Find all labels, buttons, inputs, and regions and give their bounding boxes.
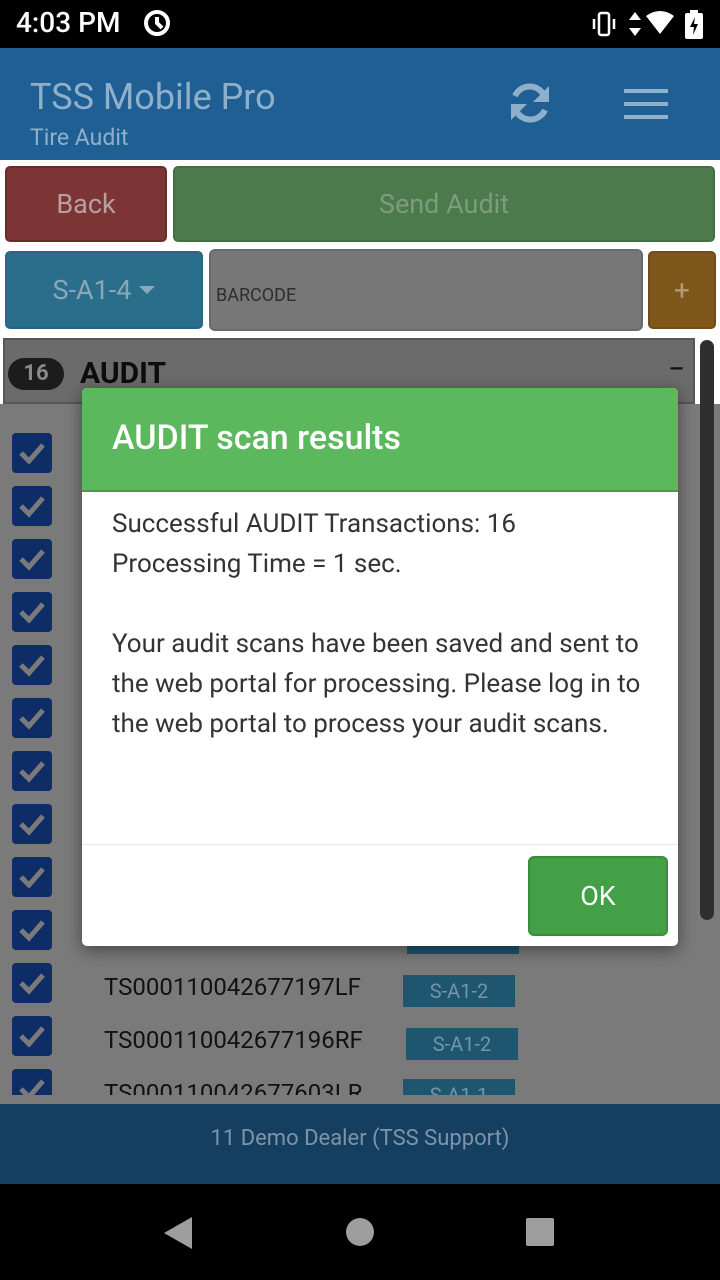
divider — [82, 844, 678, 845]
table-row[interactable]: TS000110042677603LR S-A1-1 — [104, 1079, 524, 1095]
battery-icon — [684, 10, 704, 44]
row-checkbox[interactable] — [12, 804, 52, 844]
location-tag: S-A1-2 — [403, 975, 515, 1007]
row-checkbox[interactable] — [12, 433, 52, 473]
back-button[interactable]: Back — [5, 166, 167, 242]
processing-time-line: Processing Time = 1 sec. — [112, 549, 402, 579]
dialog-title: AUDIT scan results — [112, 418, 401, 458]
row-checkbox[interactable] — [12, 910, 52, 950]
recents-nav-icon[interactable] — [525, 1217, 555, 1251]
scrollbar[interactable] — [700, 340, 714, 920]
table-row[interactable]: TS000110042677196RF S-A1-2 — [104, 1026, 524, 1062]
table-row[interactable]: TS000110042677197LF S-A1-2 — [104, 973, 524, 1009]
row-checkbox[interactable] — [12, 592, 52, 632]
audit-count-badge: 16 — [8, 358, 64, 390]
menu-icon[interactable] — [622, 88, 670, 120]
transactions-line: Successful AUDIT Transactions: 16 — [112, 509, 517, 539]
collapse-icon[interactable]: − — [668, 352, 685, 387]
row-checkbox[interactable] — [12, 1016, 52, 1056]
app-bar: TSS Mobile Pro Tire Audit — [0, 48, 720, 160]
row-checkbox[interactable] — [12, 857, 52, 897]
tire-id: TS000110042677196RF — [104, 1026, 363, 1054]
tire-id: TS000110042677603LR — [104, 1079, 363, 1095]
audit-section-title: AUDIT — [80, 356, 167, 391]
screen-subtitle: Tire Audit — [30, 124, 129, 151]
home-nav-icon[interactable] — [345, 1217, 375, 1251]
row-checkbox[interactable] — [12, 539, 52, 579]
row-checkbox[interactable] — [12, 645, 52, 685]
location-tag: S-A1-1 — [403, 1079, 515, 1095]
row-checkbox[interactable] — [12, 963, 52, 1003]
location-tag: S-A1-2 — [406, 1028, 518, 1060]
refresh-icon[interactable] — [505, 78, 555, 128]
row-checkbox[interactable] — [12, 1069, 52, 1095]
status-time: 4:03 PM — [16, 6, 121, 39]
row-checkbox[interactable] — [12, 751, 52, 791]
system-nav-bar — [0, 1184, 720, 1280]
send-audit-button[interactable]: Send Audit — [173, 166, 715, 242]
location-dropdown[interactable]: S-A1-4 — [5, 251, 203, 329]
ok-button[interactable]: OK — [528, 856, 668, 936]
dialog-body: Successful AUDIT Transactions: 16 Proces… — [112, 504, 662, 744]
dealer-footer: 11 Demo Dealer (TSS Support) — [0, 1104, 720, 1184]
row-checkbox[interactable] — [12, 486, 52, 526]
vibrate-icon — [590, 10, 618, 42]
add-button[interactable]: + — [648, 251, 716, 329]
caret-down-icon — [139, 286, 156, 294]
row-checkbox[interactable] — [12, 698, 52, 738]
data-arrows-icon — [627, 10, 643, 42]
app-title: TSS Mobile Pro — [30, 76, 276, 118]
dialog-message: Your audit scans have been saved and sen… — [112, 629, 641, 739]
tire-id: TS000110042677197LF — [104, 973, 361, 1001]
scan-results-dialog: AUDIT scan results Successful AUDIT Tran… — [82, 388, 678, 946]
back-nav-icon[interactable] — [162, 1216, 194, 1254]
barcode-input[interactable]: BARCODE — [209, 249, 643, 331]
status-bar: 4:03 PM — [0, 0, 720, 48]
location-label: S-A1-4 — [52, 274, 132, 306]
wifi-icon — [645, 10, 675, 40]
dialog-header: AUDIT scan results — [82, 388, 678, 492]
data-saver-icon — [142, 8, 172, 42]
